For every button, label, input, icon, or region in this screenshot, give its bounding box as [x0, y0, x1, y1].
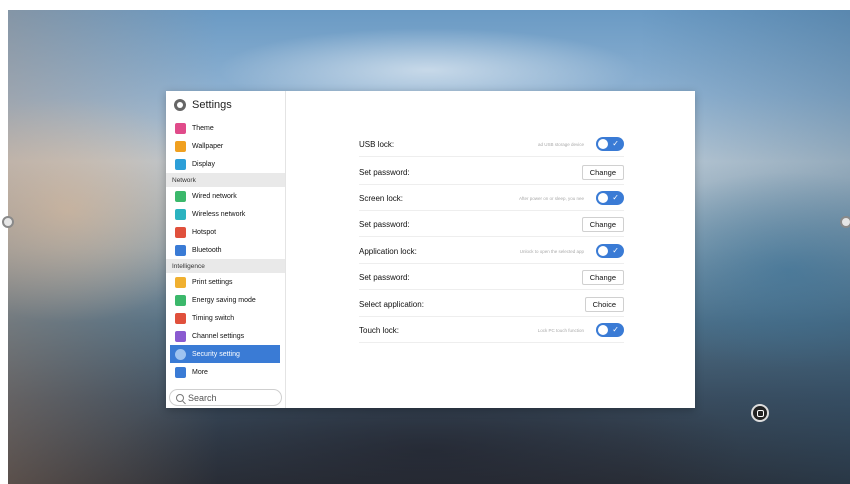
- setting-row-touch-lock: Touch lock: Lock PC touch function ✓: [359, 318, 624, 343]
- toggle-knob: [598, 246, 608, 256]
- sidebar-list: Theme Wallpaper Display Network Wired networ…: [166, 119, 285, 381]
- search-input[interactable]: Search: [169, 389, 282, 406]
- sidebar-item-label: Wireless network: [192, 210, 246, 218]
- sidebar-item-label: Print settings: [192, 278, 233, 286]
- setting-label: Set password:: [359, 219, 410, 229]
- theme-icon: [175, 122, 186, 134]
- sidebar-item-security-setting[interactable]: Security setting: [170, 345, 280, 363]
- setting-row-application-lock: Application lock: Unlock to open the sele…: [359, 239, 624, 264]
- sidebar-item-channel-settings[interactable]: Channel settings: [166, 327, 285, 345]
- setting-hint: Lock PC touch function: [537, 327, 584, 333]
- setting-row-set-password: Set password: Change: [359, 160, 624, 185]
- display-icon: [175, 158, 186, 170]
- sidebar-item-label: Display: [192, 160, 215, 168]
- settings-sidebar: Settings Theme Wallpaper Display Network Wir…: [166, 91, 286, 408]
- setting-label: Touch lock:: [359, 325, 400, 335]
- right-edge-handle[interactable]: [840, 216, 850, 228]
- sidebar-item-display[interactable]: Display: [166, 155, 285, 173]
- sidebar-item-wireless-network[interactable]: Wireless network: [166, 205, 285, 223]
- check-icon: ✓: [612, 325, 619, 334]
- print-icon: [175, 276, 186, 288]
- left-edge-handle[interactable]: [2, 216, 14, 228]
- energy-icon: [175, 294, 186, 306]
- change-button[interactable]: Change: [581, 164, 624, 180]
- sidebar-item-label: Channel settings: [192, 332, 245, 340]
- check-icon: ✓: [612, 193, 619, 202]
- setting-label: Screen lock:: [359, 193, 404, 203]
- search-icon: [176, 393, 184, 402]
- setting-row-screen-lock: Screen lock: After power on or sleep, you…: [359, 186, 624, 211]
- home-icon: [756, 409, 764, 417]
- setting-row-usb-lock: USB lock: ad USB storage device ✓: [359, 132, 624, 157]
- sidebar-item-hotspot[interactable]: Hotspot: [166, 223, 285, 241]
- check-icon: ✓: [612, 246, 619, 255]
- settings-title: Settings: [192, 99, 232, 111]
- choice-button[interactable]: Choice: [584, 296, 624, 312]
- sidebar-item-label: Theme: [192, 124, 214, 132]
- sidebar-header: Settings: [166, 91, 285, 119]
- floating-home-button[interactable]: [751, 404, 769, 422]
- sidebar-item-label: More: [192, 368, 208, 376]
- sidebar-section-intelligence: Intelligence: [166, 259, 285, 273]
- touch-lock-toggle[interactable]: ✓: [596, 323, 624, 337]
- sidebar-item-bluetooth[interactable]: Bluetooth: [166, 241, 285, 259]
- sidebar-item-timing-switch[interactable]: Timing switch: [166, 309, 285, 327]
- bluetooth-icon: [175, 244, 186, 256]
- check-icon: ✓: [612, 139, 619, 148]
- sidebar-section-network: Network: [166, 173, 285, 187]
- sidebar-item-print-settings[interactable]: Print settings: [166, 273, 285, 291]
- channel-icon: [175, 330, 186, 342]
- sidebar-item-label: Bluetooth: [192, 246, 222, 254]
- setting-hint: After power on or sleep, you nee: [518, 195, 584, 201]
- setting-label: Set password:: [359, 272, 410, 282]
- change-button[interactable]: Change: [581, 269, 624, 285]
- change-button[interactable]: Change: [581, 216, 624, 232]
- toggle-knob: [598, 193, 608, 203]
- more-icon: [175, 366, 186, 378]
- screen-lock-toggle[interactable]: ✓: [596, 191, 624, 205]
- sidebar-item-label: Timing switch: [192, 314, 235, 322]
- wired-network-icon: [175, 190, 186, 202]
- toggle-knob: [598, 139, 608, 149]
- setting-hint: ad USB storage device: [537, 141, 584, 147]
- application-lock-toggle[interactable]: ✓: [596, 244, 624, 258]
- sidebar-item-label: Wired network: [192, 192, 237, 200]
- setting-hint: Unlock to open the selected app: [519, 248, 584, 254]
- search-placeholder: Search: [188, 392, 217, 403]
- setting-row-select-application: Select application: Choice: [359, 292, 624, 317]
- sidebar-item-theme[interactable]: Theme: [166, 119, 285, 137]
- setting-row-set-password: Set password: Change: [359, 265, 624, 290]
- sidebar-item-wallpaper[interactable]: Wallpaper: [166, 137, 285, 155]
- sidebar-item-label: Hotspot: [192, 228, 217, 236]
- settings-window: Settings Theme Wallpaper Display Network Wir…: [166, 91, 695, 408]
- usb-lock-toggle[interactable]: ✓: [596, 137, 624, 151]
- sidebar-item-more[interactable]: More: [166, 363, 285, 381]
- security-settings-panel: USB lock: ad USB storage device ✓ Set passw…: [286, 91, 695, 408]
- wallpaper-icon: [175, 140, 186, 152]
- setting-label: Application lock:: [359, 246, 417, 256]
- security-icon: [175, 348, 186, 360]
- sidebar-item-label: Energy saving mode: [192, 296, 256, 304]
- toggle-knob: [598, 325, 608, 335]
- gear-icon: [174, 99, 186, 111]
- hotspot-icon: [175, 226, 186, 238]
- setting-label: Select application:: [359, 299, 424, 309]
- sidebar-item-energy-saving-mode[interactable]: Energy saving mode: [166, 291, 285, 309]
- wifi-icon: [175, 208, 186, 220]
- setting-row-set-password: Set password: Change: [359, 212, 624, 237]
- setting-label: Set password:: [359, 167, 410, 177]
- sidebar-item-label: Security setting: [192, 350, 240, 358]
- setting-label: USB lock:: [359, 139, 395, 149]
- timing-icon: [175, 312, 186, 324]
- sidebar-item-label: Wallpaper: [192, 142, 224, 150]
- sidebar-item-wired-network[interactable]: Wired network: [166, 187, 285, 205]
